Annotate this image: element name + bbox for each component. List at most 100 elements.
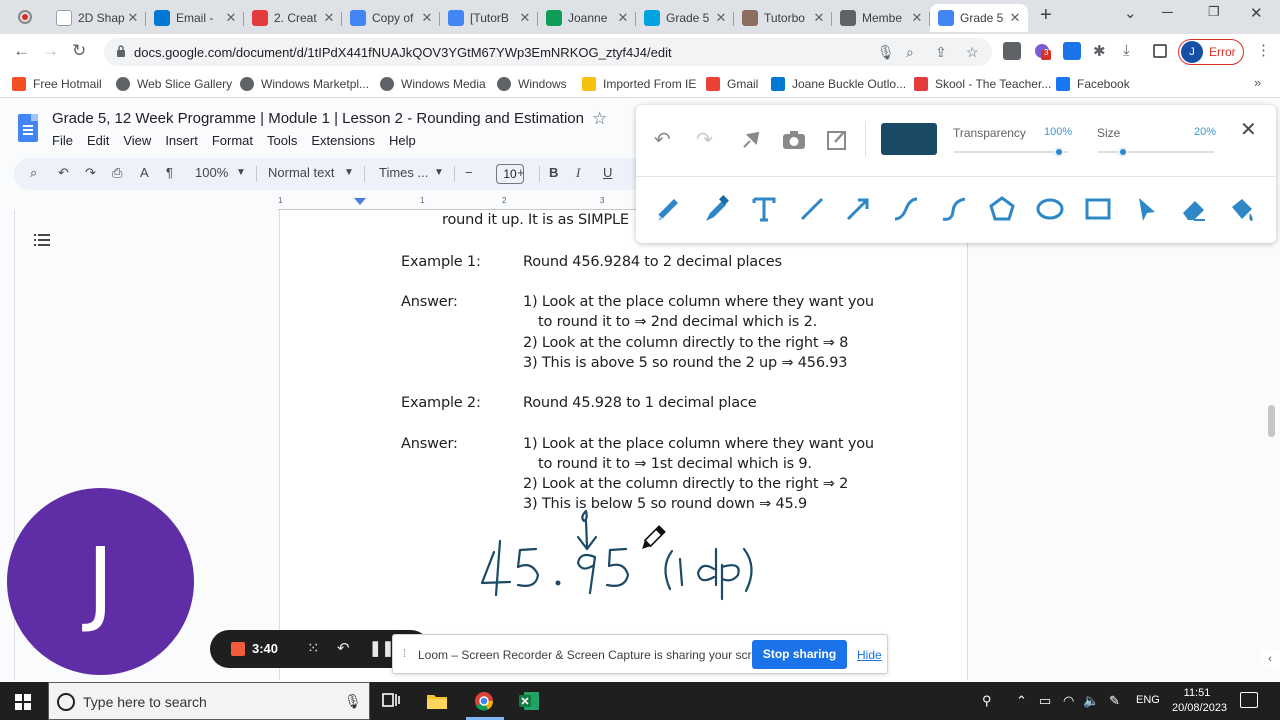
text-tool-icon[interactable] xyxy=(748,193,780,225)
polygon-tool-icon[interactable] xyxy=(986,193,1018,225)
restore-button[interactable]: ❐ xyxy=(1208,4,1220,20)
browser-tab[interactable]: [TutorB ✕ xyxy=(440,4,538,32)
font-chevron-down-icon[interactable]: ▼ xyxy=(434,167,444,178)
eraser-tool-icon[interactable] xyxy=(1178,193,1210,225)
browser-tab[interactable]: Tutorbo ✕ xyxy=(734,4,832,32)
close-tab-icon[interactable]: ✕ xyxy=(812,10,826,26)
search-menus-icon[interactable]: ⌕ xyxy=(30,165,37,181)
bold-icon[interactable]: B xyxy=(549,165,558,180)
decrease-font-icon[interactable]: − xyxy=(465,165,473,180)
more-menu-icon[interactable]: ⋮ xyxy=(1256,41,1271,59)
profile-error-button[interactable]: J Error xyxy=(1178,39,1244,65)
minimize-button[interactable]: ─ xyxy=(1162,4,1173,21)
close-tab-icon[interactable]: ✕ xyxy=(910,10,924,26)
scrollbar-thumb[interactable] xyxy=(1268,405,1275,437)
download-icon[interactable]: ⤓ xyxy=(1123,42,1141,60)
bookmark-item[interactable]: Web Slice Gallery xyxy=(116,77,232,91)
pencil-tool-icon[interactable] xyxy=(652,193,684,225)
bookmark-item[interactable]: Imported From IE xyxy=(582,77,696,91)
paint-format-icon[interactable]: ¶ xyxy=(166,165,173,180)
bookmark-item[interactable]: Free Hotmail xyxy=(12,77,102,91)
browser-tab[interactable]: 2. Creat ✕ xyxy=(244,4,342,32)
browser-tab[interactable]: Grade 5 ✕ xyxy=(636,4,734,32)
excel-icon[interactable] xyxy=(518,691,540,711)
edit-note-icon[interactable] xyxy=(826,129,848,151)
document-page[interactable]: round it up. It is as SIMPLE Example 1: … xyxy=(279,210,968,680)
zoom-chevron-down-icon[interactable]: ▼ xyxy=(236,167,246,178)
bookmark-item[interactable]: Windows xyxy=(497,77,567,91)
tab-search-icon[interactable]: ⌄ xyxy=(1124,4,1137,22)
close-tab-icon[interactable]: ✕ xyxy=(126,10,140,26)
address-bar[interactable]: docs.google.com/document/d/1tIPdX441fNUA… xyxy=(104,38,992,66)
style-select[interactable]: Normal text xyxy=(268,165,334,180)
font-select[interactable]: Times ... xyxy=(379,165,428,180)
close-tab-icon[interactable]: ✕ xyxy=(1008,10,1022,26)
volume-icon[interactable]: 🔈 xyxy=(1083,693,1099,709)
task-view-icon[interactable] xyxy=(380,691,402,711)
select-pointer-icon[interactable] xyxy=(1130,193,1162,225)
hide-link[interactable]: Hide xyxy=(857,648,882,662)
side-panel-icon[interactable] xyxy=(1153,44,1167,58)
menu-tools[interactable]: Tools xyxy=(267,133,297,148)
close-tab-icon[interactable]: ✕ xyxy=(714,10,728,26)
ellipse-tool-icon[interactable] xyxy=(1034,193,1066,225)
camera-icon[interactable] xyxy=(782,129,806,151)
bookmark-item[interactable]: Windows Marketpl... xyxy=(240,77,369,91)
redo-icon[interactable]: ↷ xyxy=(85,165,96,181)
battery-icon[interactable]: ▭ xyxy=(1039,693,1051,709)
close-tab-icon[interactable]: ✕ xyxy=(420,10,434,26)
bookmark-item[interactable]: Facebook xyxy=(1056,77,1130,91)
stop-sharing-button[interactable]: Stop sharing xyxy=(752,640,847,669)
forward-button[interactable]: → xyxy=(42,41,59,61)
browser-tab[interactable]: Joanne ✕ xyxy=(538,4,636,32)
microphone-icon[interactable]: 🎙 xyxy=(344,693,362,710)
menu-view[interactable]: View xyxy=(123,133,151,148)
close-tab-icon[interactable]: ✕ xyxy=(518,10,532,26)
browser-tab[interactable]: Grade 5 ✕ xyxy=(930,4,1028,32)
pause-icon[interactable]: ❚❚ xyxy=(369,639,394,657)
windows-start-icon[interactable] xyxy=(15,694,31,710)
stop-recording-button[interactable] xyxy=(231,642,245,656)
notifications-icon[interactable] xyxy=(1240,692,1258,708)
close-window-button[interactable]: ✕ xyxy=(1250,4,1263,22)
close-tab-icon[interactable]: ✕ xyxy=(224,10,238,26)
indent-marker-icon[interactable] xyxy=(354,198,366,208)
menu-file[interactable]: File xyxy=(52,133,73,148)
print-icon[interactable]: ⎙ xyxy=(112,165,122,181)
increase-font-icon[interactable]: + xyxy=(517,165,525,180)
rectangle-tool-icon[interactable] xyxy=(1082,193,1114,225)
transparency-slider[interactable] xyxy=(954,147,1068,157)
close-tab-icon[interactable]: ✕ xyxy=(322,10,336,26)
browser-tab[interactable]: Copy of ✕ xyxy=(342,4,440,32)
side-panel-chevron-icon[interactable]: ‹ xyxy=(1260,650,1280,668)
arrow-tool-icon[interactable] xyxy=(842,193,874,225)
spellcheck-icon[interactable]: A xyxy=(140,165,149,180)
italic-icon[interactable]: I xyxy=(576,165,580,181)
undo-icon[interactable]: ↶ xyxy=(58,165,69,181)
file-explorer-icon[interactable] xyxy=(426,691,448,711)
taskbar-search[interactable]: Type here to search 🎙 xyxy=(48,682,370,720)
chrome-icon[interactable] xyxy=(473,691,495,711)
undo-icon[interactable]: ↶ xyxy=(654,127,671,152)
people-icon[interactable]: ⚲ xyxy=(982,693,992,709)
back-button[interactable]: ← xyxy=(13,41,30,61)
share-icon[interactable]: ⇪ xyxy=(935,44,947,61)
puzzle-icon[interactable]: ✱ xyxy=(1093,42,1111,60)
pin-icon[interactable] xyxy=(740,129,762,151)
menu-insert[interactable]: Insert xyxy=(165,133,198,148)
color-swatch[interactable] xyxy=(881,123,937,155)
reload-button[interactable]: ↻ xyxy=(72,41,86,61)
restart-icon[interactable]: ↶ xyxy=(337,639,350,657)
bookmark-item[interactable]: Gmail xyxy=(706,77,758,91)
close-tab-icon[interactable]: ✕ xyxy=(616,10,630,26)
star-icon[interactable]: ☆ xyxy=(592,109,607,129)
menu-format[interactable]: Format xyxy=(212,133,253,148)
size-slider[interactable] xyxy=(1098,147,1214,157)
bookmark-item[interactable]: Joane Buckle Outlo... xyxy=(771,77,906,91)
menu-extensions[interactable]: Extensions xyxy=(311,133,375,148)
style-chevron-down-icon[interactable]: ▼ xyxy=(344,167,354,178)
line-tool-icon[interactable] xyxy=(796,193,828,225)
bookmark-item[interactable]: Windows Media xyxy=(380,77,486,91)
language-indicator[interactable]: ENG xyxy=(1136,694,1160,706)
pen-icon[interactable]: ✎ xyxy=(1109,693,1120,709)
